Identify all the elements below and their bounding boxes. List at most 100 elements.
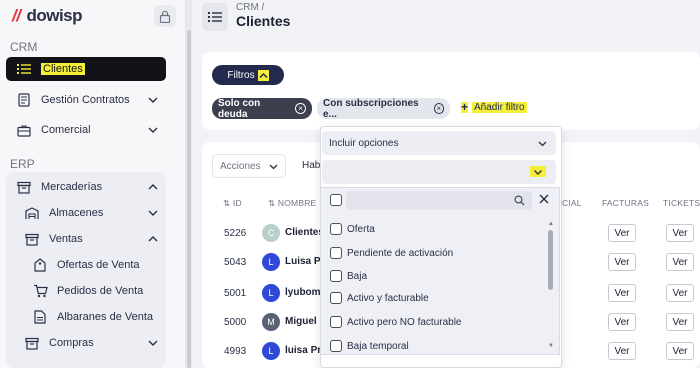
option-label: Baja xyxy=(347,270,368,282)
checkbox[interactable] xyxy=(330,340,342,352)
logo[interactable]: // dowisp xyxy=(12,6,83,26)
sidebar-item-label: Almacenes xyxy=(49,207,104,219)
row-id: 5000 xyxy=(224,317,247,328)
actions-select[interactable]: Acciones xyxy=(212,154,286,178)
sidebar-item-comercial[interactable]: Comercial xyxy=(6,118,166,142)
ver-facturas-button[interactable]: Ver xyxy=(608,342,636,360)
row-id: 4993 xyxy=(224,346,247,357)
scroll-up-icon[interactable]: ▲ xyxy=(548,221,554,227)
column-header-label: NOMBRE xyxy=(277,198,317,208)
menu-icon xyxy=(208,12,222,22)
sort-icon: ⇅ xyxy=(223,198,233,208)
sidebar-item-clientes[interactable]: Clientes xyxy=(6,57,166,81)
option-item[interactable]: Oferta xyxy=(330,223,375,235)
options-scrollbar-thumb[interactable] xyxy=(548,230,553,290)
chevron-up-icon xyxy=(148,236,158,242)
actions-label: Acciones xyxy=(220,160,261,172)
sidebar-item-ventas[interactable]: Ventas xyxy=(14,227,166,251)
option-item[interactable]: Activo y facturable xyxy=(330,292,429,304)
row-id: 5226 xyxy=(224,228,247,239)
sidebar-item-gestion-contratos[interactable]: Gestión Contratos xyxy=(6,88,166,112)
checkbox[interactable] xyxy=(330,247,342,259)
briefcase-icon xyxy=(16,122,32,138)
column-header-nombre[interactable]: ⇅ NOMBRE xyxy=(268,198,316,209)
ver-tickets-button[interactable]: Ver xyxy=(666,342,694,360)
breadcrumb[interactable]: CRM / xyxy=(236,2,264,13)
client-name[interactable]: Clientes xyxy=(285,227,324,238)
scroll-down-icon[interactable]: ▼ xyxy=(548,343,554,349)
chevron-down-icon xyxy=(148,210,158,216)
ver-facturas-button[interactable]: Ver xyxy=(608,284,636,302)
sidebar-item-almacenes[interactable]: Almacenes xyxy=(14,201,166,225)
close-icon[interactable]: × xyxy=(433,103,444,114)
include-options-select[interactable]: Incluir opciones xyxy=(322,131,556,155)
sidebar-item-label: Comercial xyxy=(41,124,91,136)
ver-facturas-button[interactable]: Ver xyxy=(608,253,636,271)
filter-chip-subscripciones[interactable]: Con subscripciones e... × xyxy=(317,97,450,120)
page-title: Clientes xyxy=(236,13,291,29)
checkbox[interactable] xyxy=(330,194,342,206)
hab-button[interactable]: Hab xyxy=(302,160,320,171)
option-label: Activo y facturable xyxy=(347,292,429,304)
chevron-up-icon xyxy=(257,69,269,81)
sidebar-item-label: Compras xyxy=(49,337,94,349)
filter-chip-solo-con-deuda[interactable]: Solo con deuda × xyxy=(212,97,312,120)
sidebar-scrollbar-thumb[interactable] xyxy=(187,30,191,368)
filter-chip-label: Solo con deuda xyxy=(218,97,261,120)
column-header-label: ID xyxy=(232,198,242,208)
sidebar-item-mercaderias[interactable]: Mercaderías xyxy=(6,175,166,199)
warehouse-icon xyxy=(24,205,40,221)
client-name[interactable]: Miguel I xyxy=(285,316,322,327)
client-name[interactable]: lyubomi xyxy=(285,287,323,298)
sidebar-item-label: Mercaderías xyxy=(41,181,103,193)
ver-tickets-button[interactable]: Ver xyxy=(666,284,694,302)
ver-tickets-button[interactable]: Ver xyxy=(666,224,694,242)
filters-toggle-button[interactable]: Filtros xyxy=(212,65,284,85)
box-icon xyxy=(16,179,32,195)
add-filter-label: Añadir filtro xyxy=(472,102,527,113)
avatar: C xyxy=(262,224,280,242)
close-icon[interactable]: × xyxy=(295,103,306,114)
add-filter-button[interactable]: + Añadir filtro xyxy=(461,101,527,113)
sidebar-item-label: Pedidos de Venta xyxy=(57,285,144,297)
option-label: Oferta xyxy=(347,223,375,235)
sidebar-item-albaranes-de-venta[interactable]: Albaranes de Venta xyxy=(22,305,166,329)
avatar: L xyxy=(262,342,280,360)
avatar: L xyxy=(262,253,280,271)
checkbox[interactable] xyxy=(330,292,342,304)
sidebar-item-compras[interactable]: Compras xyxy=(14,331,166,355)
option-item[interactable]: Baja xyxy=(330,270,367,282)
column-header-id[interactable]: ⇅ ID xyxy=(223,198,242,209)
filter-chip-label: Con subscripciones e... xyxy=(323,97,419,120)
menu-toggle-button[interactable] xyxy=(202,3,228,31)
section-crm-label: CRM xyxy=(10,40,38,54)
ver-tickets-button[interactable]: Ver xyxy=(666,253,694,271)
lock-button[interactable] xyxy=(154,5,176,27)
checkbox[interactable] xyxy=(330,270,342,282)
cart-icon xyxy=(32,283,48,299)
ver-facturas-button[interactable]: Ver xyxy=(608,313,636,331)
option-item[interactable]: Activo pero NO facturable xyxy=(330,316,462,328)
options-search-input[interactable] xyxy=(346,191,532,210)
option-item[interactable]: Baja temporal xyxy=(330,340,409,352)
option-label: Baja temporal xyxy=(347,340,409,352)
sidebar-item-pedidos-de-venta[interactable]: Pedidos de Venta xyxy=(22,279,166,303)
chevron-down-icon xyxy=(269,164,278,170)
close-icon[interactable] xyxy=(538,193,551,207)
chevron-up-icon xyxy=(148,184,158,190)
sidebar-item-ofertas-de-venta[interactable]: Ofertas de Venta xyxy=(22,253,166,277)
include-options-label: Incluir opciones xyxy=(329,137,399,149)
row-id: 5043 xyxy=(224,257,247,268)
ver-facturas-button[interactable]: Ver xyxy=(608,224,636,242)
box-icon xyxy=(24,231,40,247)
checkbox[interactable] xyxy=(330,223,342,235)
select-all-checkbox[interactable] xyxy=(330,194,347,206)
ver-tickets-button[interactable]: Ver xyxy=(666,313,694,331)
chevron-down-icon xyxy=(148,127,158,133)
checkbox[interactable] xyxy=(330,316,342,328)
sidebar-item-label: Albaranes de Venta xyxy=(57,311,154,323)
option-item[interactable]: Pendiente de activación xyxy=(330,247,453,259)
values-select[interactable] xyxy=(322,160,556,184)
chevron-down-icon xyxy=(148,340,158,346)
chevron-down-icon xyxy=(538,141,547,147)
